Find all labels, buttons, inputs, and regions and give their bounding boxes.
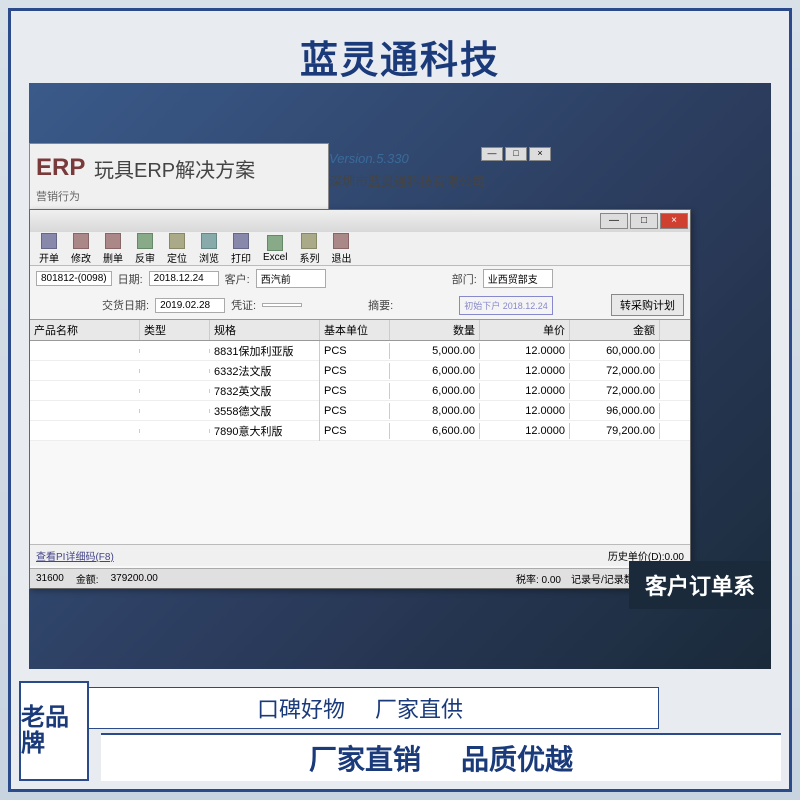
left-tag: 老品牌 bbox=[19, 681, 89, 781]
col-spec[interactable]: 规格 bbox=[210, 320, 320, 340]
brand-title: 蓝灵通科技 bbox=[300, 29, 500, 84]
dept-field[interactable]: 业西贸部支 bbox=[483, 269, 553, 288]
col-product-name[interactable]: 产品名称 bbox=[30, 320, 140, 340]
bottom-text-a: 厂家直销 bbox=[309, 738, 421, 778]
toolbar-browse-button[interactable]: 浏览 bbox=[194, 232, 224, 266]
erp-subtitle: 营销行为 bbox=[36, 188, 80, 204]
minimize-icon[interactable]: — bbox=[481, 147, 503, 161]
series-icon bbox=[301, 233, 317, 249]
col-unit[interactable]: 基本单位 bbox=[320, 320, 390, 340]
toolbar-series-button[interactable]: 系列 bbox=[294, 232, 324, 266]
toolbar-exit-button[interactable]: 退出 bbox=[326, 232, 356, 266]
table-footer: 查看PI详细码(F8) 历史单价(D):0.00 bbox=[30, 544, 690, 566]
corner-tag: 客户订单系 bbox=[629, 561, 771, 609]
excel-icon bbox=[267, 235, 283, 251]
form-row-1: 801812-(0098) 日期: 2018.12.24 客户: 西汽前 部门:… bbox=[30, 266, 690, 291]
summary-label: 摘要: bbox=[368, 297, 393, 313]
total-qty: 31600 bbox=[36, 573, 64, 584]
toolbar-delete-button[interactable]: 删单 bbox=[98, 232, 128, 266]
erp-logo: ERP bbox=[36, 154, 85, 182]
toolbar-locate-button[interactable]: 定位 bbox=[162, 232, 192, 266]
table-row[interactable]: 8831保加利亚版PCS5,000.0012.000060,000.00 bbox=[30, 341, 690, 361]
table-header: 产品名称 类型 规格 基本单位 数量 单价 金额 bbox=[30, 319, 690, 341]
browse-icon bbox=[201, 233, 217, 249]
col-type[interactable]: 类型 bbox=[140, 320, 210, 340]
toolbar-excel-button[interactable]: Excel bbox=[258, 234, 292, 264]
table-body: 8831保加利亚版PCS5,000.0012.000060,000.006332… bbox=[30, 341, 690, 441]
toolbar: 开单 修改 删单 反审 定位 浏览 打印 Excel 系列 退出 bbox=[30, 232, 690, 266]
delete-icon bbox=[105, 233, 121, 249]
order-titlebar: — □ × bbox=[30, 210, 690, 232]
col-amount[interactable]: 金额 bbox=[570, 320, 660, 340]
customer-field[interactable]: 西汽前 bbox=[256, 269, 326, 288]
bottom-text-b: 品质优越 bbox=[461, 738, 573, 778]
close-icon[interactable]: × bbox=[529, 147, 551, 161]
toolbar-print-button[interactable]: 打印 bbox=[226, 232, 256, 266]
parent-window-controls: — □ × bbox=[481, 147, 551, 161]
check-icon bbox=[137, 233, 153, 249]
col-qty[interactable]: 数量 bbox=[390, 320, 480, 340]
voucher-label: 凭证: bbox=[231, 297, 256, 313]
convert-plan-button[interactable]: 转采购计划 bbox=[611, 294, 684, 316]
maximize-icon[interactable]: □ bbox=[505, 147, 527, 161]
edit-icon bbox=[73, 233, 89, 249]
amount-value: 379200.00 bbox=[111, 573, 158, 584]
table-row[interactable]: 7832英文版PCS6,000.0012.000072,000.00 bbox=[30, 381, 690, 401]
exit-icon bbox=[333, 233, 349, 249]
form-row-2: 交货日期: 2019.02.28 凭证: 摘要: 初始下户 2018.12.24… bbox=[30, 291, 690, 319]
new-icon bbox=[41, 233, 57, 249]
toolbar-edit-button[interactable]: 修改 bbox=[66, 232, 96, 266]
view-pi-link[interactable]: 查看PI详细码(F8) bbox=[36, 548, 114, 563]
toolbar-unreview-button[interactable]: 反审 bbox=[130, 232, 160, 266]
table-row[interactable]: 7890意大利版PCS6,600.0012.000079,200.00 bbox=[30, 421, 690, 441]
mid-banner: 口碑好物 厂家直供 bbox=[61, 687, 659, 729]
banner-text-a: 口碑好物 bbox=[257, 692, 345, 724]
bottom-main-banner: 厂家直销 品质优越 bbox=[101, 733, 781, 781]
locate-icon bbox=[169, 233, 185, 249]
status-bar: 31600 金额: 379200.00 税率: 0.00 记录号/记录数:[1/… bbox=[30, 568, 690, 588]
tax-rate: 税率: 0.00 bbox=[516, 571, 561, 586]
toolbar-new-button[interactable]: 开单 bbox=[34, 232, 64, 266]
banner-text-b: 厂家直供 bbox=[375, 692, 463, 724]
amount-label: 金额: bbox=[76, 571, 99, 586]
maximize-button[interactable]: □ bbox=[630, 213, 658, 229]
minimize-button[interactable]: — bbox=[600, 213, 628, 229]
erp-version: Version.5.330 bbox=[329, 151, 409, 166]
dept-label: 部门: bbox=[452, 271, 477, 287]
deliver-field[interactable]: 2019.02.28 bbox=[155, 298, 225, 313]
order-no-field[interactable]: 801812-(0098) bbox=[36, 271, 112, 286]
screen-area: — □ × ERP 玩具ERP解决方案 营销行为 Version.5.330 深… bbox=[29, 83, 771, 669]
close-button[interactable]: × bbox=[660, 213, 688, 229]
deliver-label: 交货日期: bbox=[102, 297, 149, 313]
customer-label: 客户: bbox=[225, 271, 250, 287]
date-field[interactable]: 2018.12.24 bbox=[149, 271, 219, 286]
print-icon bbox=[233, 233, 249, 249]
voucher-field[interactable] bbox=[262, 303, 302, 307]
table-row[interactable]: 6332法文版PCS6,000.0012.000072,000.00 bbox=[30, 361, 690, 381]
order-window: — □ × 开单 修改 删单 反审 定位 浏览 打印 Excel 系列 退出 8… bbox=[29, 209, 691, 589]
col-price[interactable]: 单价 bbox=[480, 320, 570, 340]
erp-title: 玩具ERP解决方案 bbox=[94, 154, 255, 183]
date-label: 日期: bbox=[118, 271, 143, 287]
info-box: 初始下户 2018.12.24 bbox=[459, 296, 553, 315]
erp-company: 深圳市蓝灵通科技有限公司 bbox=[329, 171, 485, 190]
table-row[interactable]: 3558德文版PCS8,000.0012.000096,000.00 bbox=[30, 401, 690, 421]
